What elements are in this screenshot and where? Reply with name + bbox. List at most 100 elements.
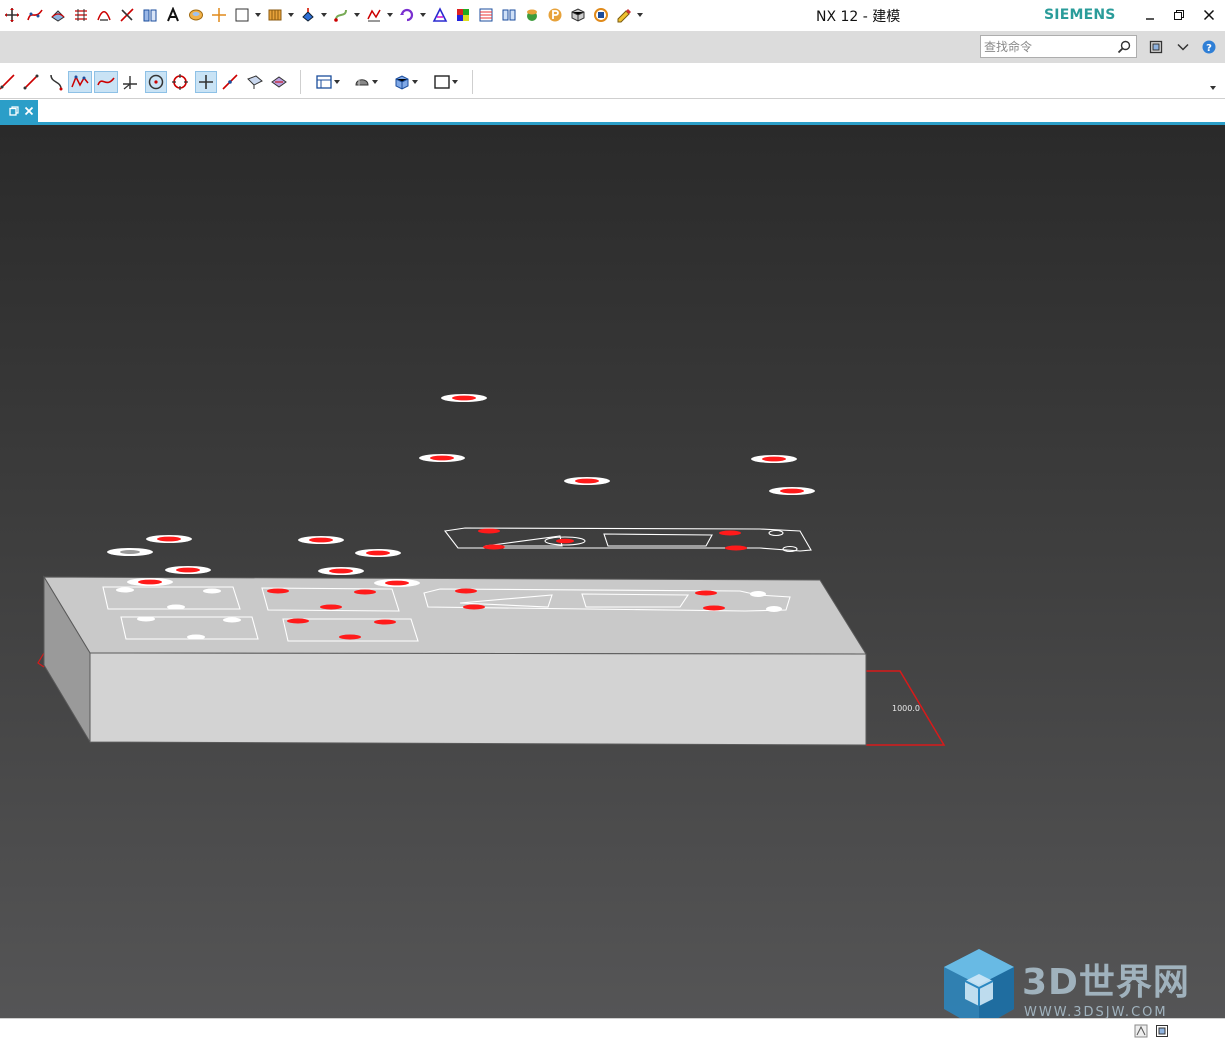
slot-outline [603, 533, 713, 547]
title-bar: NX 12 - 建模 SIEMENS [0, 0, 1225, 31]
pocket-mark [203, 588, 221, 594]
toolbar-overflow-button[interactable] [1206, 77, 1220, 99]
feature-group-icon[interactable] [263, 4, 286, 26]
view-layout-icon[interactable] [310, 71, 346, 93]
straight-line-icon[interactable] [20, 71, 42, 93]
help-button[interactable]: ? [1200, 38, 1218, 56]
floating-pad [298, 536, 344, 544]
cube-icon[interactable] [388, 71, 424, 93]
close-icon [1203, 9, 1215, 21]
line-icon[interactable] [0, 71, 16, 93]
feature-group-dropdown[interactable] [286, 4, 296, 26]
base-plate[interactable] [43, 575, 867, 746]
floating-pad [419, 454, 465, 462]
pocket-mark [766, 606, 782, 612]
floating-pad [564, 477, 610, 485]
fullscreen-button[interactable] [1147, 38, 1165, 56]
floating-pad [441, 394, 487, 402]
slot-outline [484, 535, 563, 547]
bridge-curve-icon[interactable] [46, 71, 66, 93]
teamcenter-icon[interactable] [589, 4, 612, 26]
line-tangent-icon[interactable] [219, 71, 241, 93]
floating-pad [751, 455, 797, 463]
analysis-icon[interactable] [362, 4, 385, 26]
slot-outline [768, 529, 784, 537]
studio-spline-icon[interactable] [68, 71, 92, 93]
nurbs-icon[interactable] [428, 4, 451, 26]
edit-icon[interactable] [612, 4, 635, 26]
red-markers-floating [478, 528, 747, 551]
search-icon[interactable] [1113, 36, 1135, 57]
svg-text:?: ? [1206, 43, 1212, 54]
through-curves-icon[interactable] [92, 4, 115, 26]
curve-network-icon[interactable] [69, 4, 92, 26]
shading-icon[interactable] [184, 4, 207, 26]
restore-button[interactable] [1166, 3, 1192, 27]
snap-dropdown[interactable] [352, 4, 362, 26]
face-icon[interactable] [268, 71, 290, 93]
part-navigator-icon[interactable] [543, 4, 566, 26]
sketch-dropdown[interactable] [253, 4, 263, 26]
studio-surface-icon[interactable] [46, 4, 69, 26]
surface-icon[interactable] [244, 71, 266, 93]
plane-normal-icon[interactable] [120, 71, 140, 93]
red-marker [455, 588, 477, 594]
circle-icon[interactable] [169, 71, 191, 93]
pocket-mark [223, 617, 241, 623]
red-marker [483, 544, 505, 550]
rotate-dropdown[interactable] [418, 4, 428, 26]
ribbon-options-button[interactable] [1174, 38, 1192, 56]
close-button[interactable] [1196, 3, 1222, 27]
paint-icon[interactable] [296, 4, 319, 26]
rectangle-icon[interactable] [428, 71, 464, 93]
red-marker [463, 604, 485, 610]
restore-tab-icon[interactable] [9, 106, 19, 116]
render-icon[interactable] [520, 4, 543, 26]
pocket-mark [187, 634, 205, 640]
paint-dropdown[interactable] [319, 4, 329, 26]
assembly-icon[interactable] [566, 4, 589, 26]
circle-center-icon[interactable] [145, 71, 167, 93]
color-palette-icon[interactable] [451, 4, 474, 26]
window-title: NX 12 - 建模 [816, 9, 901, 25]
graphics-window[interactable]: 1000.0 3D世界网 WWW.3DSJW.COM [0, 125, 1225, 1018]
search-input[interactable] [981, 36, 1113, 57]
quick-access-toolbar [0, 4, 645, 26]
cylinder-icon[interactable] [138, 4, 161, 26]
floating-pad [355, 549, 401, 557]
red-marker [703, 605, 725, 611]
red-marker [695, 590, 717, 596]
close-tab-icon[interactable] [24, 106, 34, 116]
text-icon[interactable] [161, 4, 184, 26]
floating-pad [127, 578, 173, 586]
move-handle-icon[interactable] [0, 4, 23, 26]
render-style-icon[interactable] [348, 71, 384, 93]
snap-icon[interactable] [329, 4, 352, 26]
selection-filter-icon[interactable] [1133, 1023, 1149, 1039]
floating-pads[interactable] [107, 394, 815, 587]
toolbar-separator [472, 70, 473, 94]
point-icon[interactable] [207, 4, 230, 26]
extrude-icon[interactable] [115, 4, 138, 26]
watermark-url: WWW.3DSJW.COM [1024, 1005, 1168, 1018]
rotate-icon[interactable] [395, 4, 418, 26]
document-tab[interactable] [0, 100, 38, 122]
fullscreen-toggle-icon[interactable] [1154, 1023, 1170, 1039]
layer-icon[interactable] [497, 4, 520, 26]
minimize-button[interactable] [1137, 3, 1163, 27]
red-marker [320, 604, 342, 610]
analysis-dropdown[interactable] [385, 4, 395, 26]
red-marker [725, 545, 747, 551]
reuse-library-icon[interactable] [474, 4, 497, 26]
plate-top-face [43, 576, 867, 655]
watermark: 3D世界网 WWW.3DSJW.COM [940, 947, 1210, 1018]
spline-icon[interactable] [23, 4, 46, 26]
pocket-mark [116, 587, 134, 593]
floating-pad [318, 567, 364, 575]
customize-dropdown[interactable] [635, 4, 645, 26]
fit-curve-icon[interactable] [94, 71, 118, 93]
point-icon[interactable] [195, 71, 217, 93]
watermark-brand: 3D世界网 [1022, 962, 1190, 1003]
sketch-icon[interactable] [230, 4, 253, 26]
red-marker [354, 589, 376, 595]
